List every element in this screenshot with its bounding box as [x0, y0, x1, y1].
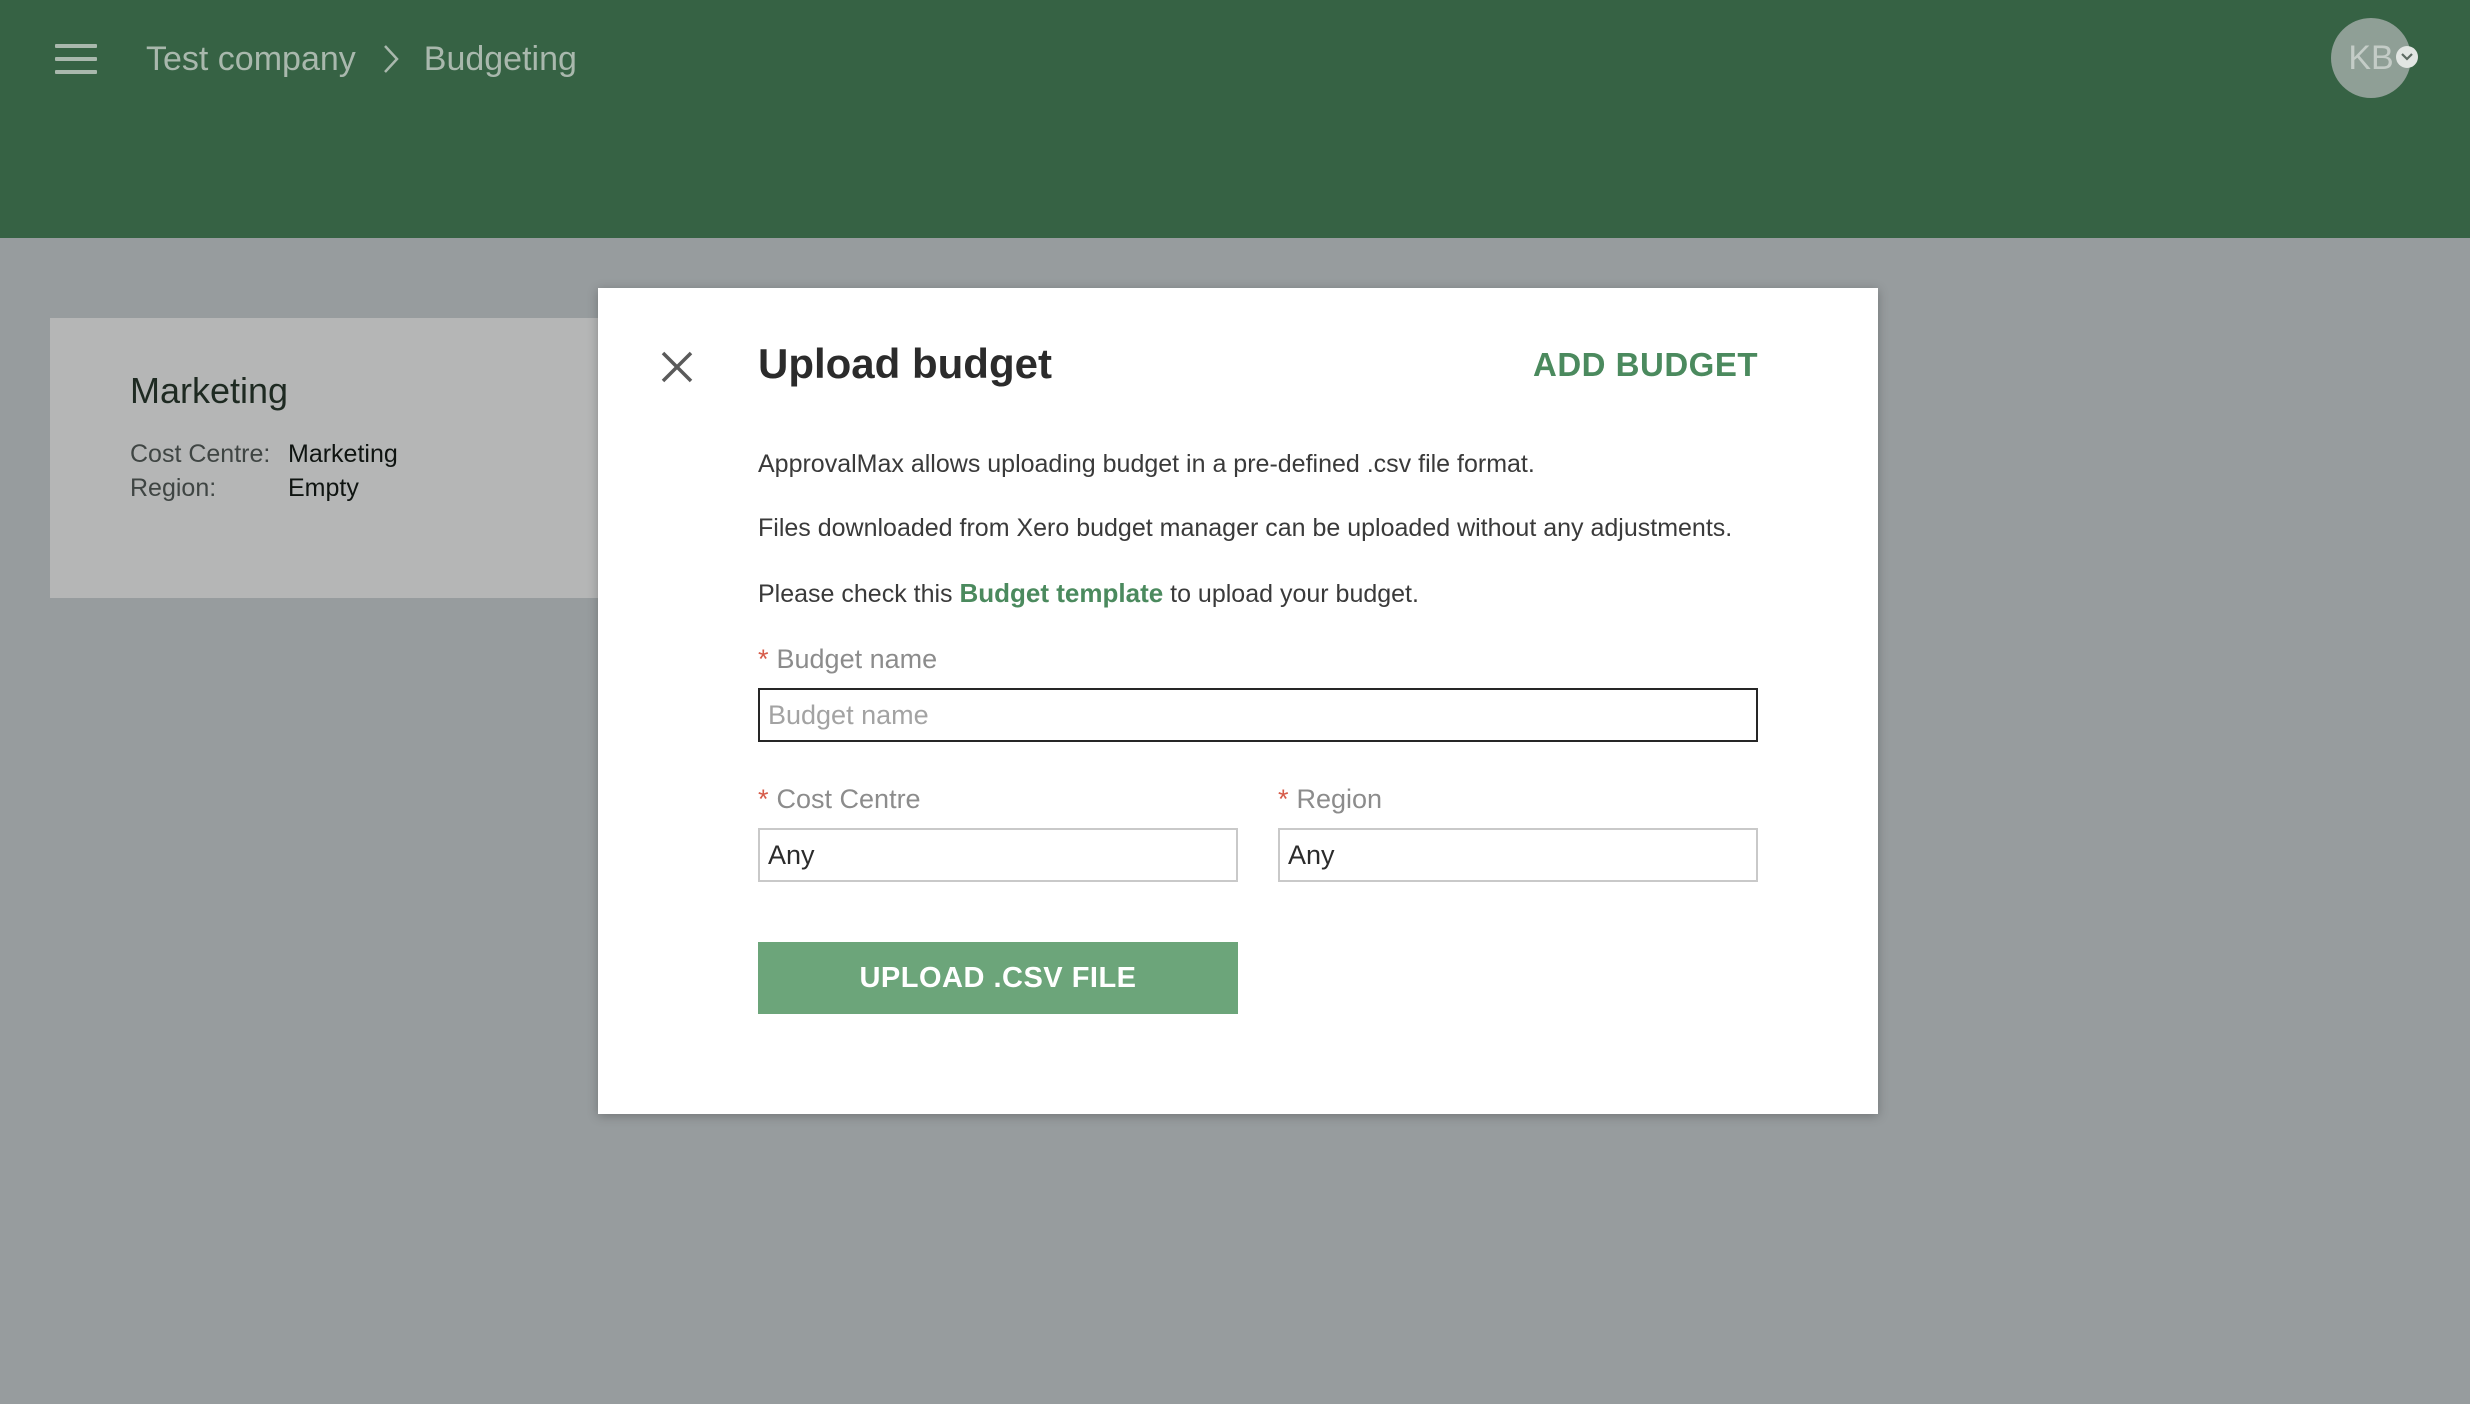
cost-centre-label-text: Cost Centre — [776, 784, 921, 814]
cost-centre-input[interactable] — [758, 828, 1238, 882]
info-text-template: Please check this Budget template to upl… — [758, 578, 1419, 609]
row-key: Region: — [130, 474, 217, 502]
hamburger-menu-icon[interactable] — [55, 44, 97, 74]
row-key: Cost Centre: — [130, 440, 271, 468]
budget-name-label-text: Budget name — [776, 644, 938, 674]
info-template-suffix: to upload your budget. — [1170, 580, 1419, 608]
budget-card-row-cost-centre: Cost Centre: Marketing — [130, 440, 398, 469]
required-marker: * — [758, 644, 769, 674]
info-template-prefix: Please check this — [758, 580, 953, 608]
breadcrumb-budgeting: Budgeting — [423, 39, 577, 78]
required-marker: * — [1278, 784, 1289, 814]
info-text-format: ApprovalMax allows uploading budget in a… — [758, 450, 1535, 478]
breadcrumb: Test company Budgeting — [146, 34, 577, 84]
budget-template-link[interactable]: Budget template — [960, 578, 1164, 608]
upload-budget-dialog: Upload budget ADD BUDGET ApprovalMax all… — [598, 288, 1878, 1114]
upload-csv-button[interactable]: UPLOAD .CSV FILE — [758, 942, 1238, 1014]
required-marker: * — [758, 784, 769, 814]
row-value: Empty — [288, 474, 359, 502]
close-icon[interactable] — [660, 350, 694, 384]
add-budget-button[interactable]: ADD BUDGET — [1533, 346, 1758, 384]
top-header: Test company Budgeting KB — [0, 0, 2470, 238]
cost-centre-label: * Cost Centre — [758, 784, 921, 815]
region-label-text: Region — [1296, 784, 1383, 814]
budget-card-title: Marketing — [130, 370, 289, 411]
avatar-initials: KB — [2348, 38, 2394, 77]
chevron-right-icon — [382, 44, 400, 74]
chevron-down-icon[interactable] — [2396, 46, 2418, 68]
info-text-xero: Files downloaded from Xero budget manage… — [758, 514, 1733, 542]
breadcrumb-company[interactable]: Test company — [146, 40, 356, 79]
budget-card-row-region: Region: Empty — [130, 474, 359, 503]
dialog-title: Upload budget — [758, 340, 1052, 387]
region-label: * Region — [1278, 784, 1382, 815]
budget-card-marketing[interactable]: Marketing Cost Centre: Marketing Region:… — [50, 318, 650, 598]
region-input[interactable] — [1278, 828, 1758, 882]
budget-name-label: * Budget name — [758, 644, 937, 675]
budget-name-input[interactable] — [758, 688, 1758, 742]
row-value: Marketing — [288, 440, 398, 468]
